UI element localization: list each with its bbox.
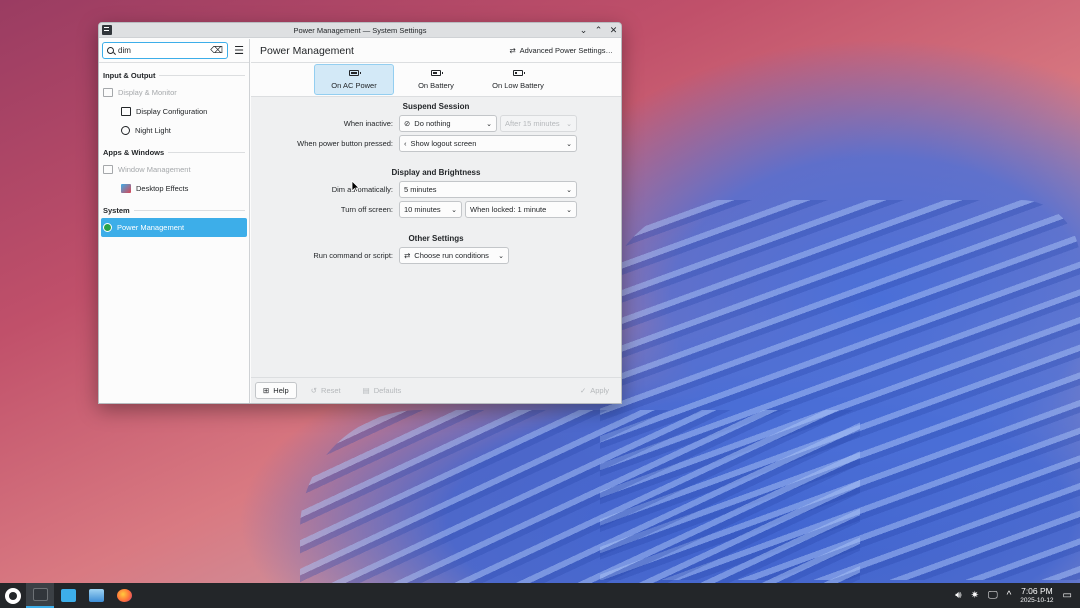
digital-clock[interactable]: 7:06 PM 2025-10-12 [1020, 586, 1053, 606]
suspend-session-heading: Suspend Session [402, 102, 470, 111]
do-nothing-icon: ⊘ [404, 119, 411, 128]
run-command-label: Run command or script: [313, 251, 393, 260]
dim-automatically-label: Dim automatically: [331, 185, 393, 194]
minimize-button[interactable]: ⌄ [579, 24, 588, 36]
when-locked-select[interactable]: When locked: 1 minute ⌄ [465, 201, 577, 218]
other-settings-heading: Other Settings [408, 234, 464, 243]
sidebar-item-display-monitor[interactable]: Display & Monitor [99, 83, 249, 102]
low-battery-icon [513, 69, 525, 76]
logout-icon: ‹ [404, 139, 407, 148]
reset-button[interactable]: ↺ Reset [303, 382, 349, 399]
ac-power-icon [349, 69, 361, 76]
main-panel: Power Management ⇄ Advanced Power Settin… [251, 39, 621, 403]
taskbar: 🔊︎ ✷ 🖵︎ ^ 7:06 PM 2025-10-12 ▭ [0, 583, 1080, 608]
category-input-output: Input & Output [99, 63, 249, 83]
checkmark-icon: ✓ [579, 386, 587, 395]
advanced-power-settings-button[interactable]: ⇄ Advanced Power Settings… [509, 46, 613, 55]
network-icon[interactable]: 🖵︎ [988, 590, 998, 601]
turn-off-screen-label: Turn off screen: [340, 205, 393, 214]
dim-automatically-select[interactable]: 5 minutes ⌄ [399, 181, 577, 198]
defaults-icon: ▤ [362, 386, 370, 395]
close-button[interactable]: ✕ [609, 24, 618, 36]
category-system: System [99, 198, 249, 218]
settings-form: Suspend Session When inactive: ⊘ Do noth… [251, 99, 621, 266]
taskbar-dolphin[interactable] [82, 583, 110, 608]
maximize-button[interactable]: ⌃ [594, 24, 603, 36]
file-manager-icon [88, 589, 104, 602]
chevron-down-icon: ⌄ [498, 252, 504, 260]
chevron-down-icon: ⌄ [566, 186, 572, 194]
battery-icon [431, 69, 443, 76]
sidebar-item-display-configuration[interactable]: Display Configuration [99, 102, 249, 121]
chevron-down-icon: ⌄ [566, 206, 572, 214]
footer-bar: ⊞ Help ↺ Reset ▤ Defaults ✓ Apply [251, 377, 621, 403]
power-button-label: When power button pressed: [297, 139, 393, 148]
inactive-delay-spinbox: After 15 minutes ⌄ [500, 115, 577, 132]
sidebar-item-window-management[interactable]: Window Management [99, 160, 249, 179]
window-titlebar[interactable]: Power Management — System Settings ⌄ ⌃ ✕ [99, 23, 621, 38]
display-brightness-heading: Display and Brightness [391, 168, 481, 177]
when-inactive-label: When inactive: [343, 119, 393, 128]
search-icon [107, 47, 114, 54]
tab-on-battery[interactable]: On Battery [396, 64, 476, 95]
search-field[interactable]: dim ⌫ [102, 42, 228, 59]
window-icon [103, 165, 113, 174]
app-icon [102, 25, 112, 35]
sidebar-item-night-light[interactable]: Night Light [99, 121, 249, 140]
taskbar-system-settings[interactable] [26, 583, 54, 608]
run-command-button[interactable]: ⇄ Choose run conditions ⌄ [399, 247, 509, 264]
window-title: Power Management — System Settings [293, 25, 427, 35]
chevron-down-icon: ⌄ [451, 206, 457, 214]
sidebar-item-power-management[interactable]: Power Management [101, 218, 247, 237]
system-tray: 🔊︎ ✷ 🖵︎ ^ 7:06 PM 2025-10-12 ▭ [955, 586, 1080, 606]
clear-search-icon[interactable]: ⌫ [210, 45, 223, 56]
system-settings-window: Power Management — System Settings ⌄ ⌃ ✕… [98, 22, 622, 404]
system-settings-icon [32, 588, 48, 601]
run-conditions-icon: ⇄ [404, 251, 411, 260]
volume-icon[interactable]: 🔊︎ [955, 590, 961, 601]
sidebar: dim ⌫ ☰ Input & Output Display & Monitor… [99, 39, 250, 403]
tab-on-low-battery[interactable]: On Low Battery [478, 64, 558, 95]
help-button[interactable]: ⊞ Help [255, 382, 297, 399]
mouse-cursor-icon [351, 180, 360, 193]
discover-icon [60, 589, 76, 602]
tray-expand-icon[interactable]: ^ [1007, 590, 1012, 601]
category-apps-windows: Apps & Windows [99, 140, 249, 160]
spin-icon: ⌄ [566, 120, 572, 128]
hamburger-menu-button[interactable]: ☰ [232, 44, 246, 57]
tab-on-ac-power[interactable]: On AC Power [314, 64, 394, 95]
reset-icon: ↺ [310, 386, 318, 395]
kde-logo-icon [5, 587, 21, 604]
defaults-button[interactable]: ▤ Defaults [355, 382, 410, 399]
turn-off-screen-select[interactable]: 10 minutes ⌄ [399, 201, 462, 218]
show-desktop-icon[interactable]: ▭ [1063, 590, 1072, 601]
when-inactive-select[interactable]: ⊘ Do nothing ⌄ [399, 115, 497, 132]
taskbar-discover[interactable] [54, 583, 82, 608]
chevron-down-icon: ⌄ [486, 120, 492, 128]
help-icon: ⊞ [263, 386, 270, 395]
firefox-icon [116, 589, 132, 602]
desktop-effects-icon [121, 184, 131, 193]
night-light-icon [121, 126, 130, 135]
search-input[interactable]: dim [118, 46, 206, 55]
wallpaper-stripes-lower [300, 410, 860, 590]
sidebar-item-desktop-effects[interactable]: Desktop Effects [99, 179, 249, 198]
taskbar-firefox[interactable] [110, 583, 138, 608]
application-launcher-button[interactable] [0, 583, 26, 608]
monitor-icon [103, 88, 113, 97]
power-profile-tabs: On AC Power On Battery On Low Battery [251, 63, 621, 97]
sliders-icon: ⇄ [509, 46, 516, 55]
brightness-icon[interactable]: ✷ [971, 590, 979, 601]
power-button-select[interactable]: ‹ Show logout screen ⌄ [399, 135, 577, 152]
apply-button[interactable]: ✓ Apply [572, 382, 617, 399]
display-icon [121, 107, 131, 116]
power-icon [103, 223, 112, 232]
page-title: Power Management [260, 44, 354, 57]
chevron-down-icon: ⌄ [566, 140, 572, 148]
